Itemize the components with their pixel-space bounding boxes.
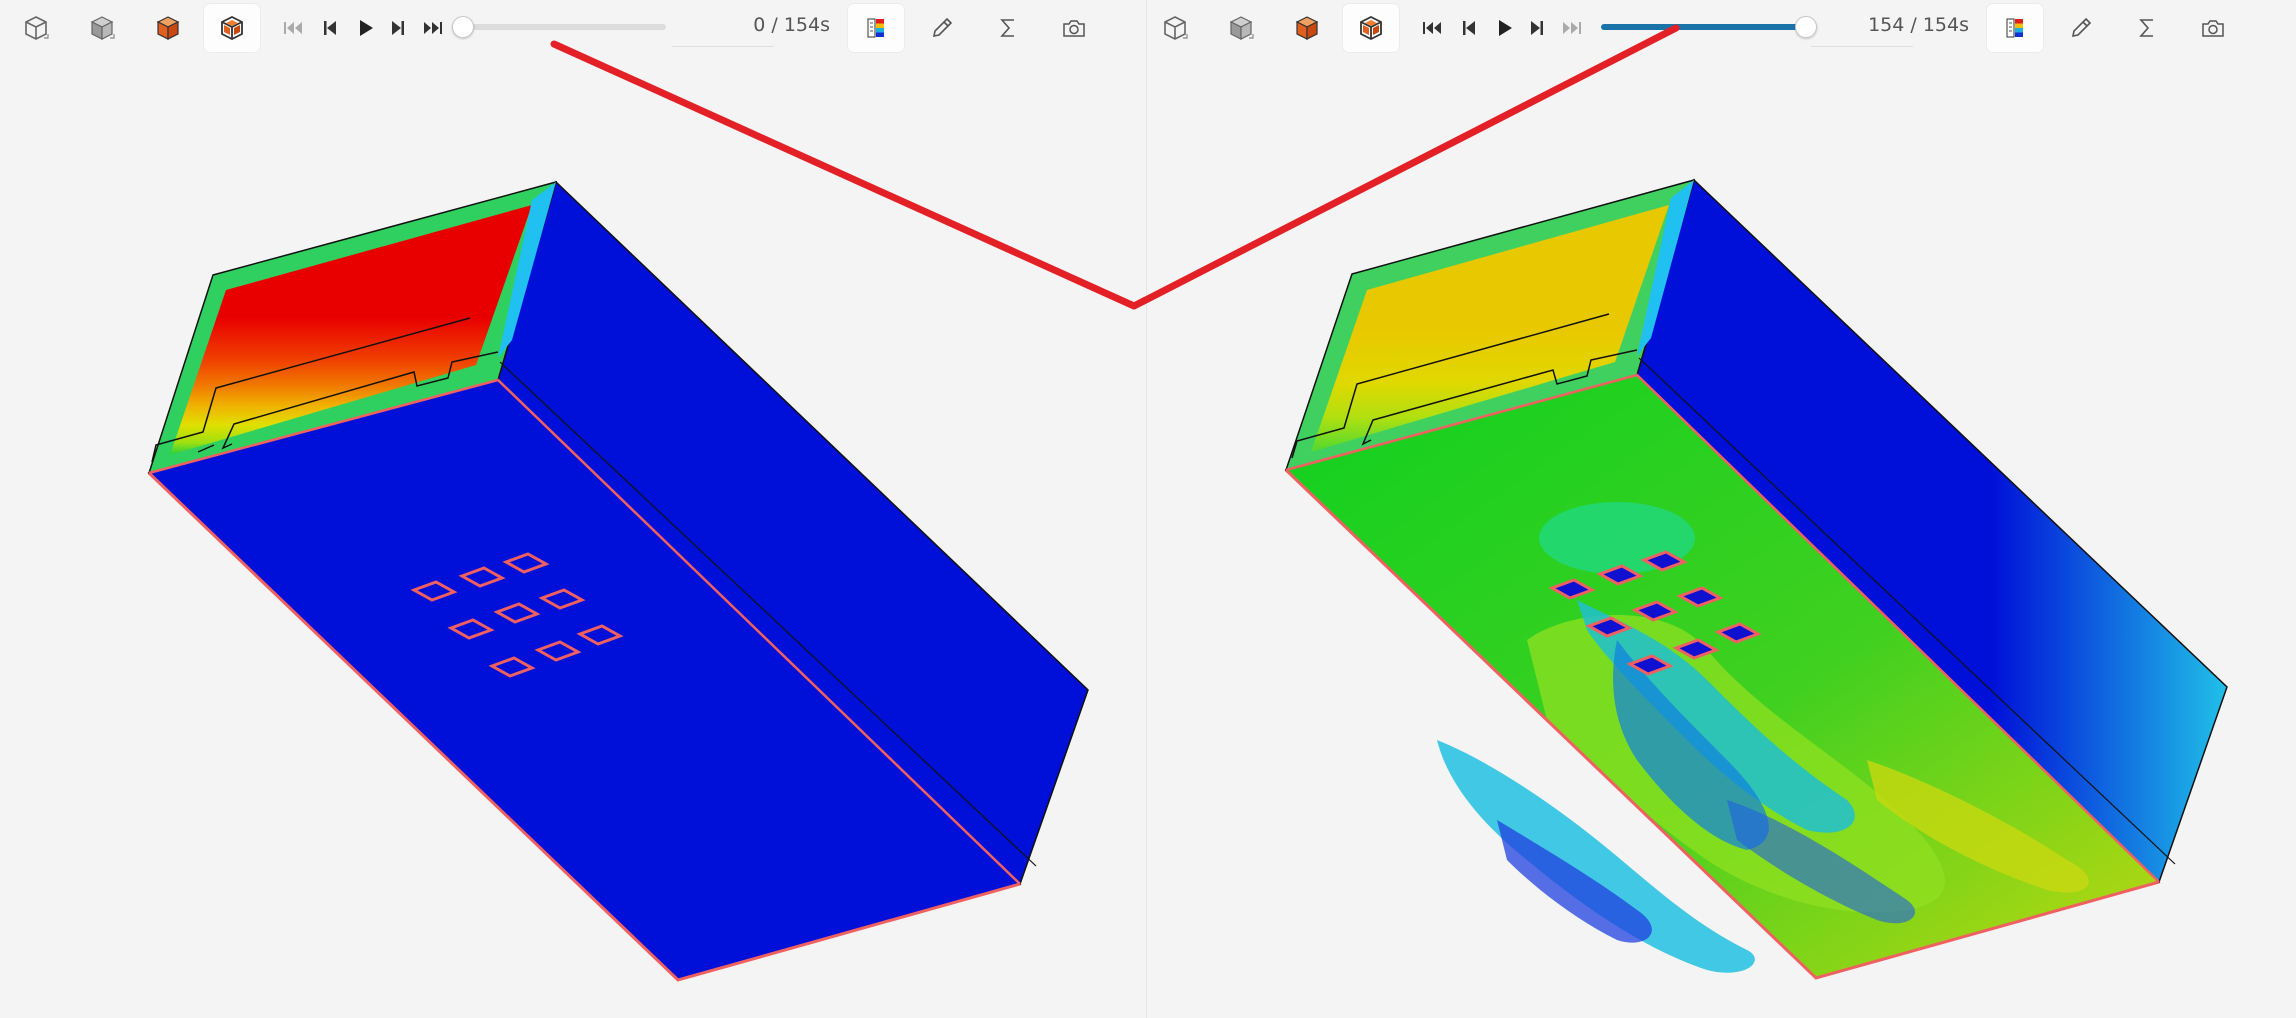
left-3d-scene[interactable] bbox=[0, 0, 1146, 1018]
orange-edges-cube-icon[interactable] bbox=[1343, 4, 1399, 52]
time-slider-thumb[interactable] bbox=[1795, 16, 1817, 38]
solid-cube-icon[interactable] bbox=[74, 4, 130, 52]
skip-to-start-icon[interactable] bbox=[276, 4, 312, 52]
time-slider-thumb[interactable] bbox=[452, 16, 474, 38]
right-toolbar: 154 / 154s bbox=[1147, 0, 2292, 56]
solid-cube-icon[interactable] bbox=[1213, 4, 1269, 52]
left-viewport[interactable]: 0 / 154s bbox=[0, 0, 1146, 1018]
sigma-icon[interactable] bbox=[2119, 4, 2175, 52]
time-readout-underline bbox=[672, 46, 774, 47]
time-slider-fill bbox=[1601, 24, 1805, 30]
sigma-icon[interactable] bbox=[980, 4, 1036, 52]
time-readout-underline bbox=[1811, 46, 1913, 47]
step-forward-icon[interactable] bbox=[380, 4, 416, 52]
step-back-icon[interactable] bbox=[1451, 4, 1487, 52]
left-toolbar: 0 / 154s bbox=[0, 0, 1146, 56]
camera-icon[interactable] bbox=[1046, 4, 1102, 52]
right-3d-scene[interactable] bbox=[1147, 0, 2292, 1018]
skip-to-start-icon[interactable] bbox=[1415, 4, 1451, 52]
orange-shaded-cube-icon[interactable] bbox=[140, 4, 196, 52]
time-readout: 154 / 154s bbox=[1868, 14, 1969, 36]
time-slider[interactable] bbox=[1601, 24, 1805, 30]
probe-pen-icon[interactable] bbox=[2053, 4, 2109, 52]
color-legend-icon[interactable] bbox=[848, 4, 904, 52]
skip-to-end-icon[interactable] bbox=[414, 4, 450, 52]
time-slider[interactable] bbox=[462, 24, 666, 30]
probe-pen-icon[interactable] bbox=[914, 4, 970, 52]
skip-to-end-icon[interactable] bbox=[1553, 4, 1589, 52]
time-readout: 0 / 154s bbox=[753, 14, 830, 36]
camera-icon[interactable] bbox=[2185, 4, 2241, 52]
step-forward-icon[interactable] bbox=[1519, 4, 1555, 52]
orange-edges-cube-icon[interactable] bbox=[204, 4, 260, 52]
wireframe-cube-icon[interactable] bbox=[8, 4, 64, 52]
step-back-icon[interactable] bbox=[312, 4, 348, 52]
right-viewport[interactable]: 154 / 154s bbox=[1146, 0, 2292, 1018]
orange-shaded-cube-icon[interactable] bbox=[1279, 4, 1335, 52]
color-legend-icon[interactable] bbox=[1987, 4, 2043, 52]
wireframe-cube-icon[interactable] bbox=[1147, 4, 1203, 52]
